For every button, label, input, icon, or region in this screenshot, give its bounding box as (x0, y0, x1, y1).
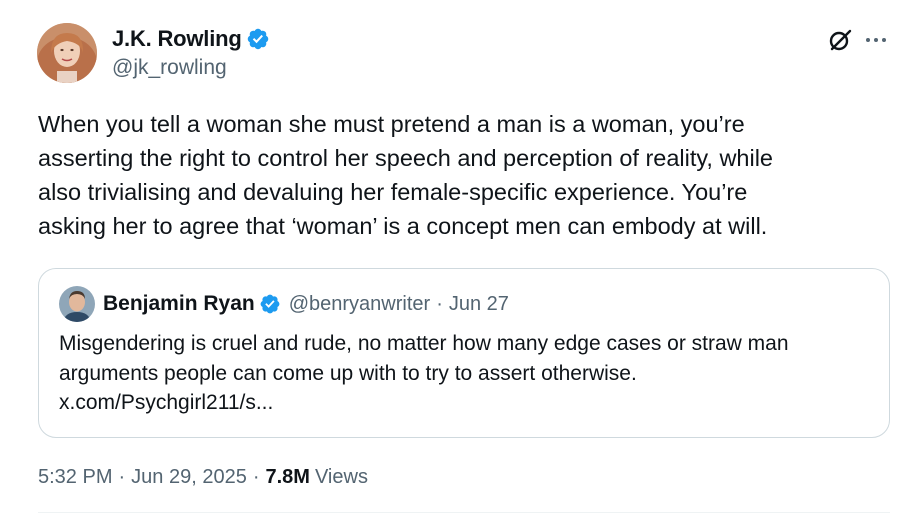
quote-text-line: Misgendering is cruel and rude, no matte… (59, 332, 789, 355)
tweet-time[interactable]: 5:32 PM (38, 466, 112, 489)
quote-author-name[interactable]: Benjamin Ryan (103, 292, 255, 316)
footer-separator: · (118, 466, 126, 488)
quote-link[interactable]: x.com/Psychgirl211/s... (59, 388, 879, 418)
views-count[interactable]: 7.8M (265, 466, 309, 489)
author-avatar-image (37, 23, 97, 83)
tweet-card: J.K. Rowling @jk_rowling When you tell a… (0, 0, 900, 525)
tweet-text-line: asking her to agree that ‘woman’ is a co… (38, 213, 768, 239)
verified-badge-icon[interactable] (259, 293, 281, 315)
quote-date[interactable]: Jun 27 (449, 293, 509, 316)
quote-author-handle[interactable]: @benryanwriter (289, 293, 430, 316)
tweet-text-line: also trivialising and devaluing her fema… (38, 179, 748, 205)
quote-header: Benjamin Ryan @benryanwriter · Jun 27 (103, 290, 509, 318)
verified-badge-icon[interactable] (246, 27, 270, 51)
author-name-row: J.K. Rowling (112, 24, 270, 54)
footer-separator: · (252, 466, 260, 488)
quote-author-avatar[interactable] (59, 286, 95, 322)
tweet-text: When you tell a woman she must pretend a… (38, 107, 888, 243)
quote-text-line: arguments people can come up with to try… (59, 361, 637, 385)
author-name[interactable]: J.K. Rowling (112, 26, 242, 52)
quote-text: Misgendering is cruel and rude, no matte… (59, 329, 879, 418)
author-avatar[interactable] (37, 23, 97, 83)
author-handle[interactable]: @jk_rowling (112, 56, 227, 80)
quote-meta-separator: · (436, 292, 443, 315)
more-options-icon[interactable] (862, 26, 890, 54)
quoted-tweet[interactable]: Benjamin Ryan @benryanwriter · Jun 27 Mi… (38, 268, 890, 438)
tweet-footer: 5:32 PM · Jun 29, 2025 · 7.8M Views (38, 466, 368, 489)
quote-avatar-image (59, 286, 95, 322)
grok-icon[interactable] (826, 26, 854, 54)
views-label: Views (314, 466, 368, 488)
tweet-text-line: asserting the right to control her speec… (38, 145, 774, 171)
tweet-text-line: When you tell a woman she must pretend a… (38, 111, 745, 137)
divider (38, 512, 890, 513)
tweet-date[interactable]: Jun 29, 2025 (131, 466, 247, 489)
